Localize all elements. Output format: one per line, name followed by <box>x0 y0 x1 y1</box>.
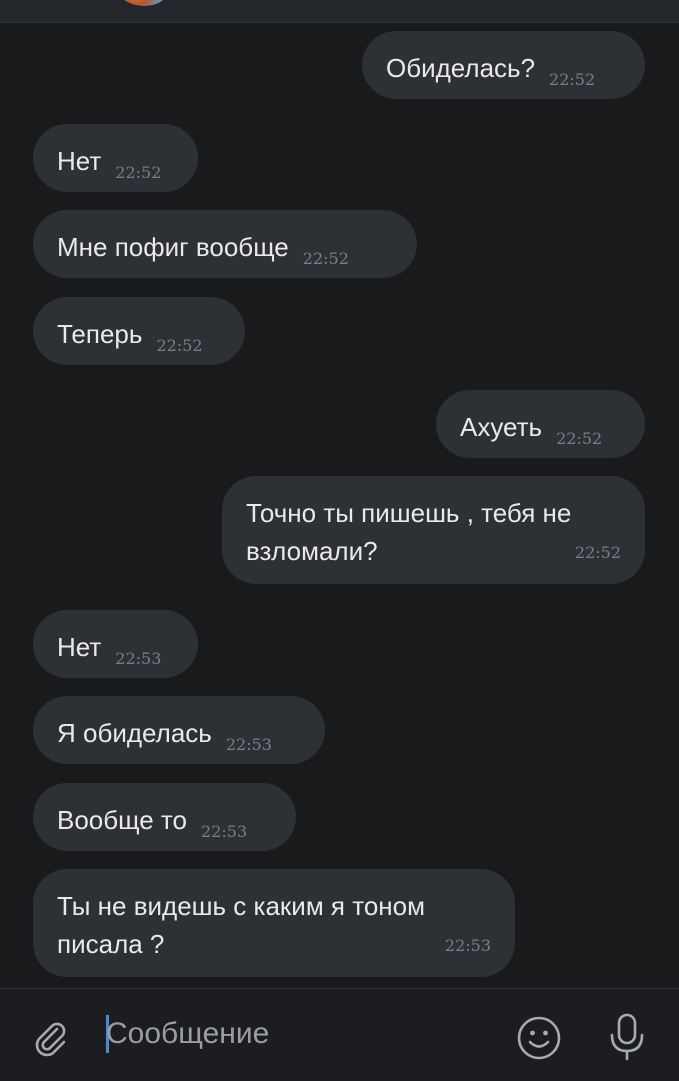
message-time: 22:53 <box>444 936 491 955</box>
message-composer: Сообщение <box>0 988 679 1081</box>
message-bubble-outgoing[interactable]: Точно ты пишешь , тебя не взломали? 22:52 <box>222 476 645 584</box>
avatar[interactable] <box>118 0 170 6</box>
message-bubble-incoming[interactable]: Нет 22:53 <box>33 610 198 678</box>
message-text: Точно ты пишешь , тебя не взломали? <box>246 498 572 566</box>
message-text: Мне пофиг вообще <box>57 232 289 262</box>
message-text: Ты не видешь с каким я тоном писала ? <box>57 891 425 959</box>
message-bubble-incoming[interactable]: Теперь 22:52 <box>33 297 245 365</box>
message-text: Вообще то <box>57 805 188 835</box>
message-text: Теперь <box>57 319 143 349</box>
message-input[interactable]: Сообщение <box>106 1011 486 1057</box>
message-bubble-outgoing[interactable]: Обиделась? 22:52 <box>362 31 645 99</box>
message-bubble-incoming[interactable]: Мне пофиг вообще 22:52 <box>33 210 417 278</box>
message-time: 22:53 <box>225 735 272 754</box>
message-bubble-incoming[interactable]: Я обиделась 22:53 <box>33 696 325 764</box>
message-time: 22:52 <box>156 336 203 355</box>
paperclip-icon[interactable] <box>30 1017 70 1057</box>
message-time: 22:52 <box>302 249 349 268</box>
message-bubble-incoming[interactable]: Вообще то 22:53 <box>33 783 296 851</box>
message-bubble-outgoing[interactable]: Ахуеть 22:52 <box>436 390 645 458</box>
message-text: Нет <box>57 632 102 662</box>
message-text: Обиделась? <box>386 53 536 83</box>
message-time: 22:52 <box>549 70 596 89</box>
message-time: 22:53 <box>201 822 248 841</box>
message-text: Ахуеть <box>460 412 543 442</box>
message-time: 22:52 <box>556 429 603 448</box>
chat-header <box>0 0 679 23</box>
microphone-icon[interactable] <box>604 1011 650 1063</box>
message-text: Нет <box>57 146 102 176</box>
message-time: 22:52 <box>115 163 162 182</box>
message-list[interactable]: Обиделась? 22:52 Нет 22:52 Мне пофиг вообщ… <box>0 23 679 988</box>
smiley-icon[interactable] <box>516 1015 562 1061</box>
message-time: 22:53 <box>115 649 162 668</box>
message-bubble-incoming[interactable]: Ты не видешь с каким я тоном писала ? 22:… <box>33 869 515 977</box>
message-bubble-incoming[interactable]: Нет 22:52 <box>33 124 198 192</box>
message-text: Я обиделась <box>57 718 212 748</box>
message-time: 22:52 <box>574 543 621 562</box>
